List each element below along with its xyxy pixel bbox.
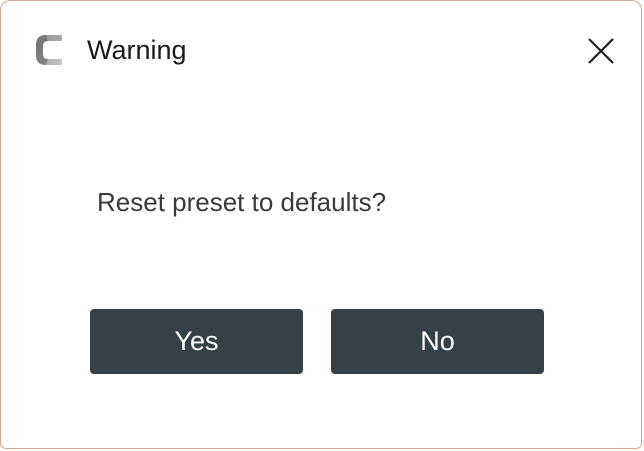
title-bar[interactable]: Warning	[1, 1, 641, 99]
close-icon	[588, 38, 614, 64]
warning-dialog: Warning Reset preset to defaults? Yes No	[0, 0, 642, 449]
window-title: Warning	[87, 35, 187, 65]
app-logo-icon	[32, 31, 70, 69]
no-button[interactable]: No	[331, 309, 544, 374]
dialog-message: Reset preset to defaults?	[97, 187, 387, 217]
close-button[interactable]	[581, 31, 621, 71]
yes-button[interactable]: Yes	[90, 309, 303, 374]
